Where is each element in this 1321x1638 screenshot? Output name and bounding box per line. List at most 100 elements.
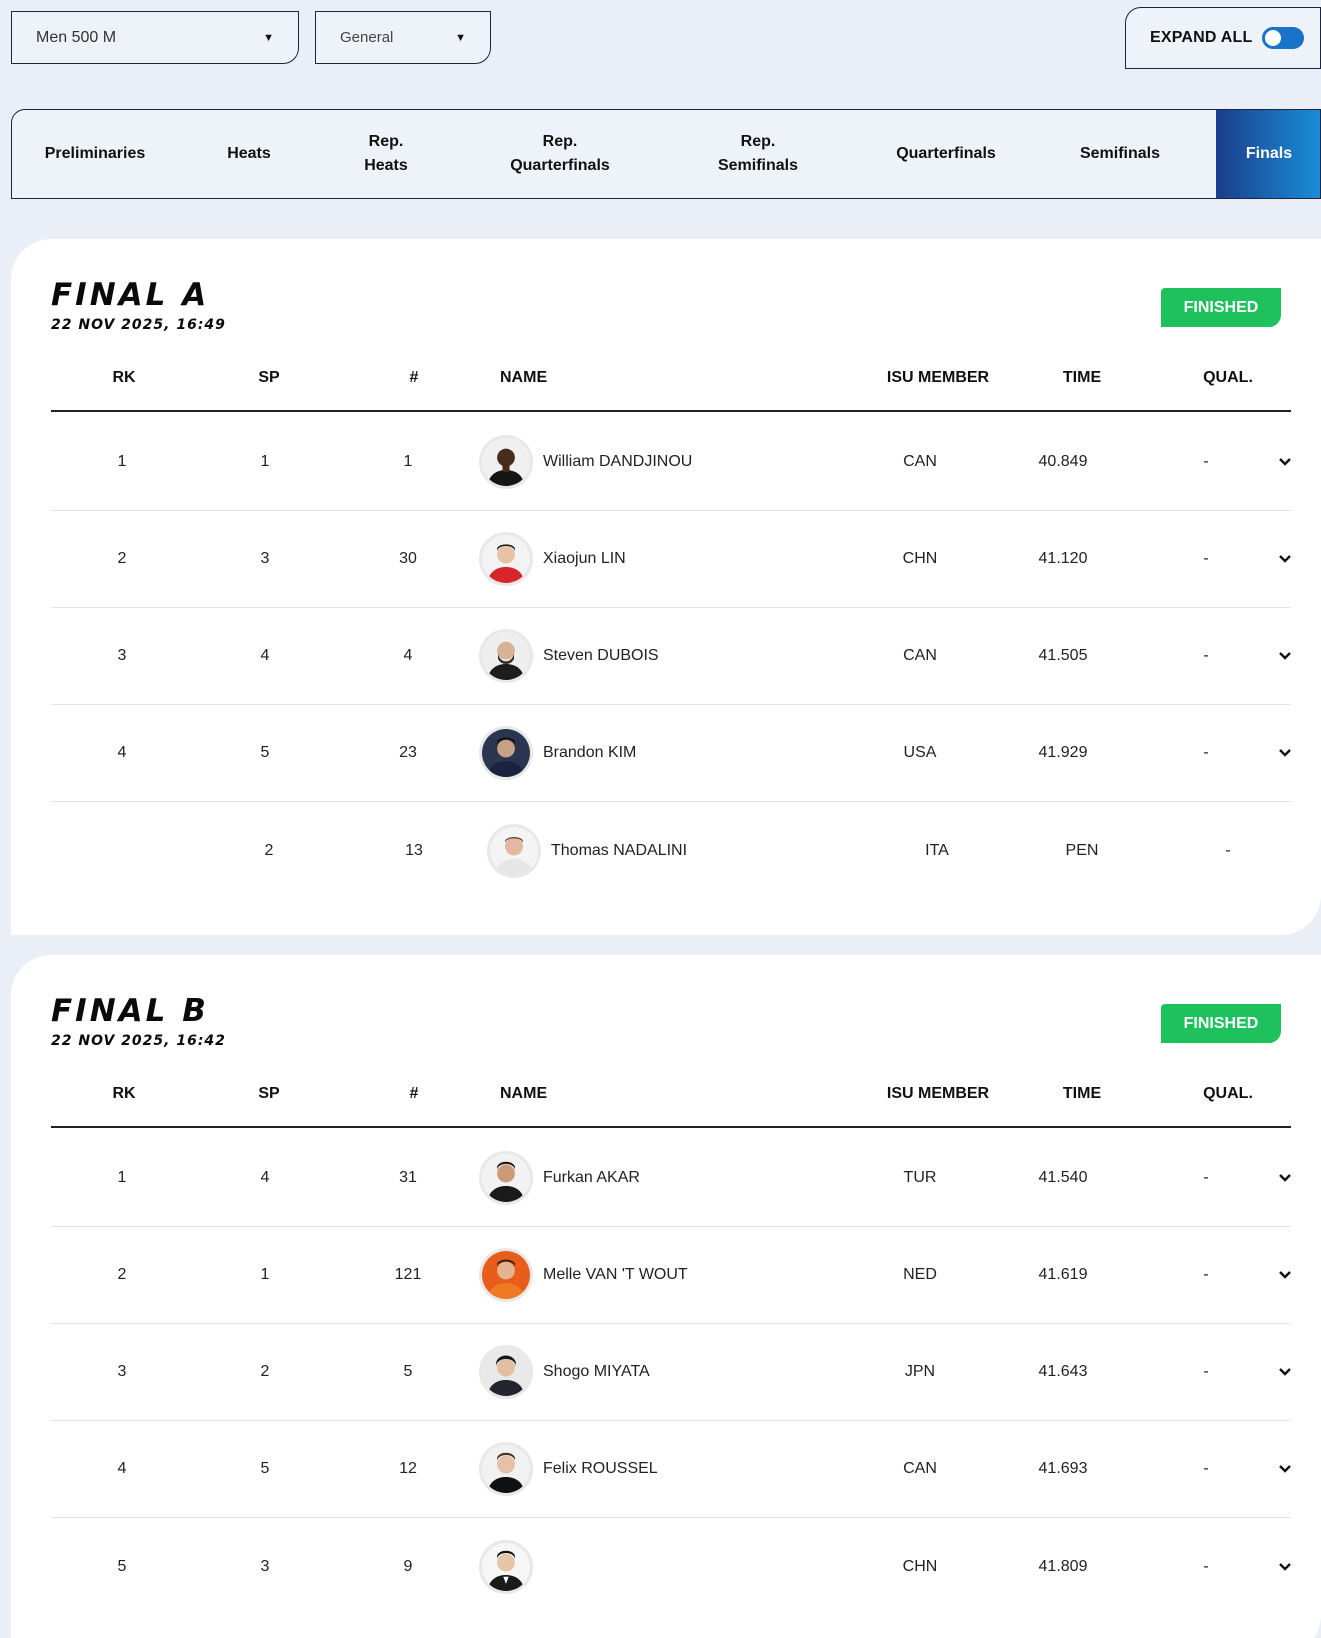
col-time: TIME bbox=[1062, 1085, 1102, 1102]
tab-quarterfinals[interactable]: Quarterfinals bbox=[848, 110, 1044, 198]
race-time: PEN bbox=[1065, 841, 1099, 859]
isu-member: CHN bbox=[902, 550, 938, 567]
col-sp: SP bbox=[258, 369, 280, 386]
chevron-down-icon[interactable] bbox=[1278, 651, 1292, 661]
table-row[interactable]: 2 3 30 Xiaojun LIN CHN 41.120 - bbox=[51, 511, 1291, 608]
bib-number: 121 bbox=[394, 1266, 422, 1283]
table-row[interactable]: 4 5 12 Felix ROUSSEL CAN 41.693 - bbox=[51, 1421, 1291, 1518]
qualification: - bbox=[1203, 1557, 1209, 1575]
tab-rep-semifinals[interactable]: Rep. Semifinals bbox=[668, 110, 848, 198]
bib-number: 30 bbox=[399, 550, 417, 567]
tab-label: Preliminaries bbox=[44, 145, 146, 162]
athlete-avatar bbox=[479, 1442, 533, 1496]
rank: 4 bbox=[117, 1460, 127, 1477]
chevron-down-icon[interactable] bbox=[1278, 457, 1292, 467]
category-select[interactable]: General ▼ bbox=[315, 11, 491, 64]
bib-number: 12 bbox=[399, 1460, 417, 1477]
table-row: 2 13 Thomas NADALINI ITA PEN - bbox=[51, 802, 1291, 899]
tab-preliminaries[interactable]: Preliminaries bbox=[12, 110, 178, 198]
qualification: - bbox=[1203, 744, 1209, 761]
rank: 3 bbox=[117, 1363, 127, 1380]
athlete-name: Thomas NADALINI bbox=[551, 841, 688, 859]
col-number: # bbox=[409, 1085, 419, 1102]
chevron-down-icon[interactable] bbox=[1278, 554, 1292, 564]
chevron-down-icon[interactable] bbox=[1278, 1270, 1292, 1280]
qualification: - bbox=[1203, 1169, 1209, 1186]
chevron-down-icon[interactable] bbox=[1278, 1562, 1292, 1572]
table-row[interactable]: 5 3 9 CHN 41.809 - bbox=[51, 1518, 1291, 1615]
tab-finals[interactable]: Finals bbox=[1216, 110, 1320, 198]
col-qual: QUAL. bbox=[1203, 1085, 1253, 1102]
athlete-avatar bbox=[479, 1539, 533, 1594]
race-time: 41.619 bbox=[1038, 1266, 1088, 1283]
athlete-name: Brandon KIM bbox=[543, 744, 637, 761]
col-isu-member: ISU MEMBER bbox=[886, 369, 990, 386]
tab-heats[interactable]: Heats bbox=[178, 110, 320, 198]
table-row[interactable]: 2 1 121 Melle VAN 'T WOUT NED 41.619 - bbox=[51, 1227, 1291, 1324]
athlete-avatar bbox=[479, 532, 533, 586]
bib-number: 13 bbox=[405, 841, 423, 859]
table-row[interactable]: 4 5 23 Brandon KIM USA 41.929 - bbox=[51, 705, 1291, 802]
table-row[interactable]: 3 2 5 Shogo MIYATA JPN 41.643 - bbox=[51, 1324, 1291, 1421]
athlete-name: William DANDJINOU bbox=[543, 453, 693, 470]
tab-rep-quarterfinals[interactable]: Rep. Quarterfinals bbox=[452, 110, 668, 198]
bib-number: 4 bbox=[403, 647, 413, 664]
athlete-name: Melle VAN 'T WOUT bbox=[543, 1266, 688, 1283]
expand-all-toggle[interactable] bbox=[1262, 27, 1305, 49]
col-rk: RK bbox=[112, 369, 136, 386]
tab-rep-heats[interactable]: Rep. Heats bbox=[320, 110, 452, 198]
rank: 5 bbox=[117, 1557, 127, 1575]
athlete-name: Felix ROUSSEL bbox=[543, 1460, 658, 1477]
table-row[interactable]: 3 4 4 Steven DUBOIS CAN 41.505 - bbox=[51, 608, 1291, 705]
isu-member: CAN bbox=[903, 647, 937, 664]
caret-down-icon: ▼ bbox=[455, 31, 466, 44]
chevron-down-icon[interactable] bbox=[1278, 1464, 1292, 1474]
qualification: - bbox=[1203, 453, 1209, 470]
tab-label: Rep. bbox=[542, 133, 578, 150]
race-time: 41.505 bbox=[1038, 647, 1088, 664]
col-number: # bbox=[409, 369, 419, 386]
rank: 2 bbox=[117, 550, 127, 567]
tab-label: Quarterfinals bbox=[510, 157, 610, 174]
start-position: 1 bbox=[260, 1266, 270, 1283]
start-position: 4 bbox=[260, 647, 270, 664]
athlete-avatar bbox=[479, 629, 533, 683]
isu-member: CAN bbox=[903, 1460, 937, 1477]
chevron-down-icon[interactable] bbox=[1278, 748, 1292, 758]
table-row[interactable]: 1 4 31 Furkan AKAR TUR 41.540 - bbox=[51, 1130, 1291, 1227]
expand-all-control[interactable]: EXPAND ALL bbox=[1125, 7, 1321, 69]
col-time: TIME bbox=[1062, 369, 1102, 386]
tab-label: Quarterfinals bbox=[896, 145, 996, 162]
rank: 3 bbox=[117, 647, 127, 664]
col-name: NAME bbox=[500, 1085, 548, 1102]
rank: 1 bbox=[117, 1169, 127, 1186]
start-position: 5 bbox=[260, 1460, 270, 1477]
event-select[interactable]: Men 500 M ▼ bbox=[11, 11, 299, 64]
tab-semifinals[interactable]: Semifinals bbox=[1044, 110, 1196, 198]
col-qual: QUAL. bbox=[1203, 369, 1253, 386]
isu-member: TUR bbox=[903, 1169, 937, 1186]
chevron-down-icon[interactable] bbox=[1278, 1173, 1292, 1183]
tab-label: Rep. bbox=[368, 133, 404, 150]
athlete-avatar bbox=[479, 435, 533, 489]
race-time: 41.540 bbox=[1038, 1169, 1088, 1186]
results-table-header: RK SP # NAME ISU MEMBER TIME QUAL. bbox=[51, 1085, 1291, 1128]
athlete-avatar bbox=[479, 1151, 533, 1205]
athlete-name: Furkan AKAR bbox=[543, 1169, 640, 1186]
results-table-header: RK SP # NAME ISU MEMBER TIME QUAL. bbox=[51, 369, 1291, 412]
race-time: 41.929 bbox=[1038, 744, 1088, 761]
race-time: 41.693 bbox=[1038, 1460, 1088, 1477]
bib-number: 5 bbox=[403, 1363, 413, 1380]
chevron-down-icon[interactable] bbox=[1278, 1367, 1292, 1377]
race-card-final-a: FINAL A 22 NOV 2025, 16:49 FINISHED RK S… bbox=[11, 239, 1321, 935]
event-select-value: Men 500 M bbox=[36, 28, 117, 46]
qualification: - bbox=[1203, 647, 1209, 664]
start-position: 3 bbox=[260, 1557, 270, 1575]
expand-all-label: EXPAND ALL bbox=[1150, 29, 1253, 46]
race-title: FINAL A bbox=[51, 277, 210, 313]
rank: 1 bbox=[117, 453, 127, 470]
athlete-name: Steven DUBOIS bbox=[543, 647, 659, 664]
table-row[interactable]: 1 1 1 William DANDJINOU CAN 40.849 - bbox=[51, 414, 1291, 511]
tab-label: Heats bbox=[364, 157, 408, 174]
start-position: 3 bbox=[260, 550, 270, 567]
